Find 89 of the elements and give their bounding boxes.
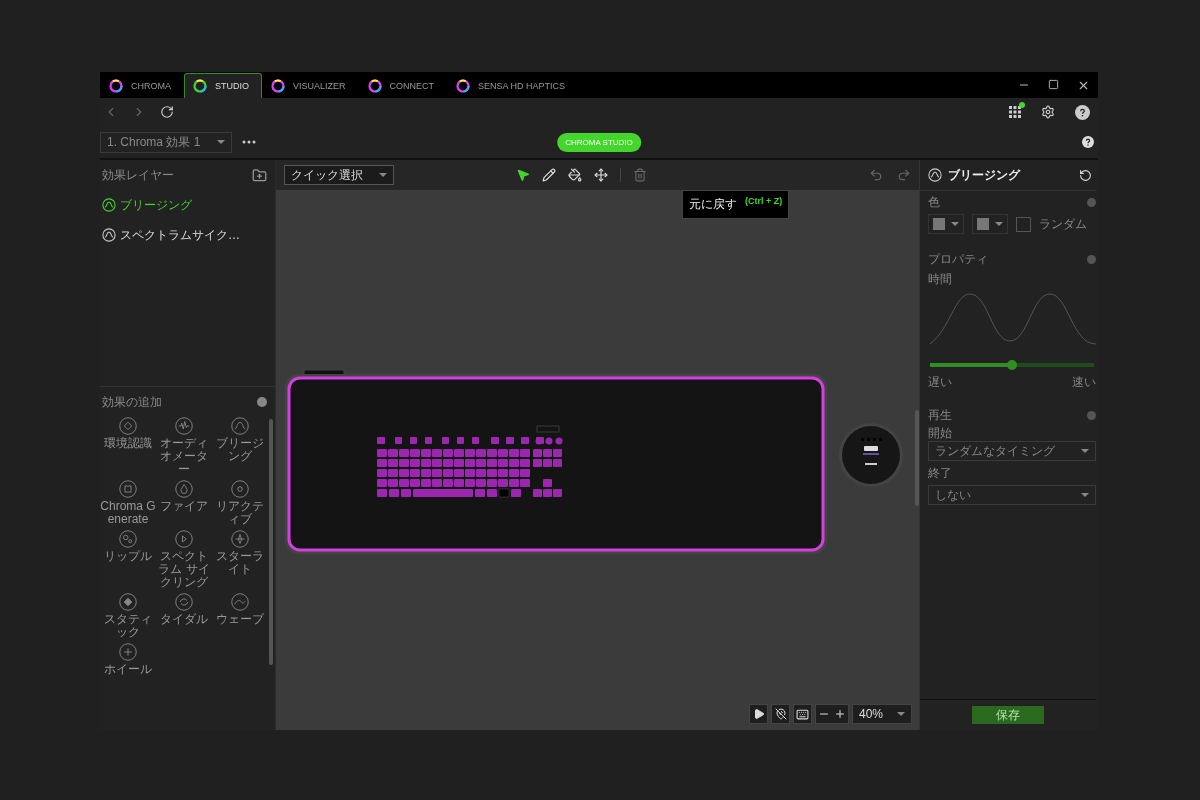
puck-drawing [839,423,903,487]
effect-label[interactable]: ホイール [100,663,156,676]
end-dropdown[interactable]: しない [928,485,1096,505]
tooltip: 元に戻す (Ctrl + Z) [682,190,790,219]
effect-label[interactable]: ブリージング [212,437,268,463]
ring-icon [367,79,382,93]
effect-icon [231,593,249,611]
ring-icon [456,79,471,93]
plus-icon [834,708,846,720]
effect-icon [175,530,193,548]
layer-item[interactable]: スペクトラムサイク… [100,220,275,250]
effect-label[interactable]: ファイア [156,500,212,513]
breathing-icon [102,198,116,212]
reset-icon[interactable] [1079,168,1092,182]
zoom-dropdown[interactable]: 40% [852,704,912,724]
slider-label: 遅い [928,373,952,391]
field-label: 開始 [928,424,952,442]
layer-item[interactable]: ブリージング [100,190,275,220]
effect-icon [231,417,249,435]
color-picker[interactable] [928,214,964,234]
effect-label[interactable]: スターライト [212,550,268,576]
speed-slider[interactable] [930,363,1094,367]
color-picker[interactable] [972,214,1008,234]
pin-off-icon [774,708,787,720]
effect-icon [119,417,137,435]
section-title: 再生 [928,406,952,424]
panel-title: ブリージング [948,166,1020,184]
undo-icon[interactable] [869,168,883,182]
pencil-icon[interactable] [542,168,556,182]
slider-label: 速い [1072,373,1096,391]
app-tab[interactable]: VISUALIZER [262,73,359,98]
pin-off-button[interactable] [771,704,790,724]
effect-label[interactable]: 環境認識 [100,437,156,450]
effect-label[interactable]: ウェーブ [212,613,268,626]
checkbox-label: ランダム [1039,215,1087,233]
move-icon[interactable] [594,168,608,182]
effect-icon [175,593,193,611]
effect-label[interactable]: オーディオメーター [156,437,212,476]
effect-label[interactable]: リップル [100,550,156,563]
settings-icon[interactable] [1041,105,1055,119]
redo-icon[interactable] [897,168,911,182]
effect-icon [175,417,193,435]
effect-icon [231,530,249,548]
ring-icon [271,79,285,93]
maximize-icon[interactable] [1048,78,1059,90]
effect-icon [119,593,137,611]
effect-select[interactable]: 1. Chroma 効果 1 [100,131,232,153]
app-tab[interactable]: CONNECT [358,73,448,98]
paint-bucket-icon[interactable] [568,168,582,182]
effect-label[interactable]: スペクトラム サイクリング [156,550,212,589]
trash-icon[interactable] [633,168,647,182]
more-icon[interactable] [242,140,256,144]
keyboard-button[interactable] [793,704,812,724]
account-help-icon[interactable] [1075,104,1090,120]
effect-label[interactable]: タイダル [156,613,212,626]
add-folder-icon[interactable] [252,167,267,183]
scrollbar[interactable] [269,419,273,665]
effect-icon [231,480,249,498]
keyboard-icon [796,707,809,721]
app-tab[interactable]: CHROMA [100,73,184,98]
effect-label[interactable]: リアクティブ [212,500,268,526]
effect-icon [119,530,137,548]
apps-grid-icon[interactable] [1009,106,1021,118]
effect-icon [119,643,137,661]
section-title: 効果の追加 [102,393,162,411]
slider-thumb[interactable] [1007,360,1017,370]
effect-label[interactable]: スタティック [100,613,156,639]
selection-mode-dropdown[interactable]: クイック選択 [284,165,394,185]
breathing-icon [928,168,942,182]
section-title: 効果レイヤー [102,166,174,184]
effect-label[interactable]: Chroma Generate [100,500,156,526]
play-icon [752,708,765,720]
pointer-icon[interactable] [516,168,530,182]
effect-icon [119,480,137,498]
field-label: 時間 [928,270,952,288]
random-checkbox[interactable] [1016,216,1031,232]
ring-icon [193,79,207,93]
app-tab[interactable]: SENSA HD HAPTICS [447,73,579,98]
zoom-buttons[interactable] [815,704,849,724]
field-label: 色 [928,193,940,211]
field-label: 終了 [928,464,952,482]
play-button[interactable] [749,704,768,724]
refresh-icon[interactable] [160,105,174,119]
breathing-icon [102,228,116,242]
start-dropdown[interactable]: ランダムなタイミング [928,441,1096,461]
app-tab[interactable]: STUDIO [184,73,262,98]
ring-icon [109,79,123,93]
effect-icon [175,480,193,498]
section-title: プロパティ [928,250,988,268]
